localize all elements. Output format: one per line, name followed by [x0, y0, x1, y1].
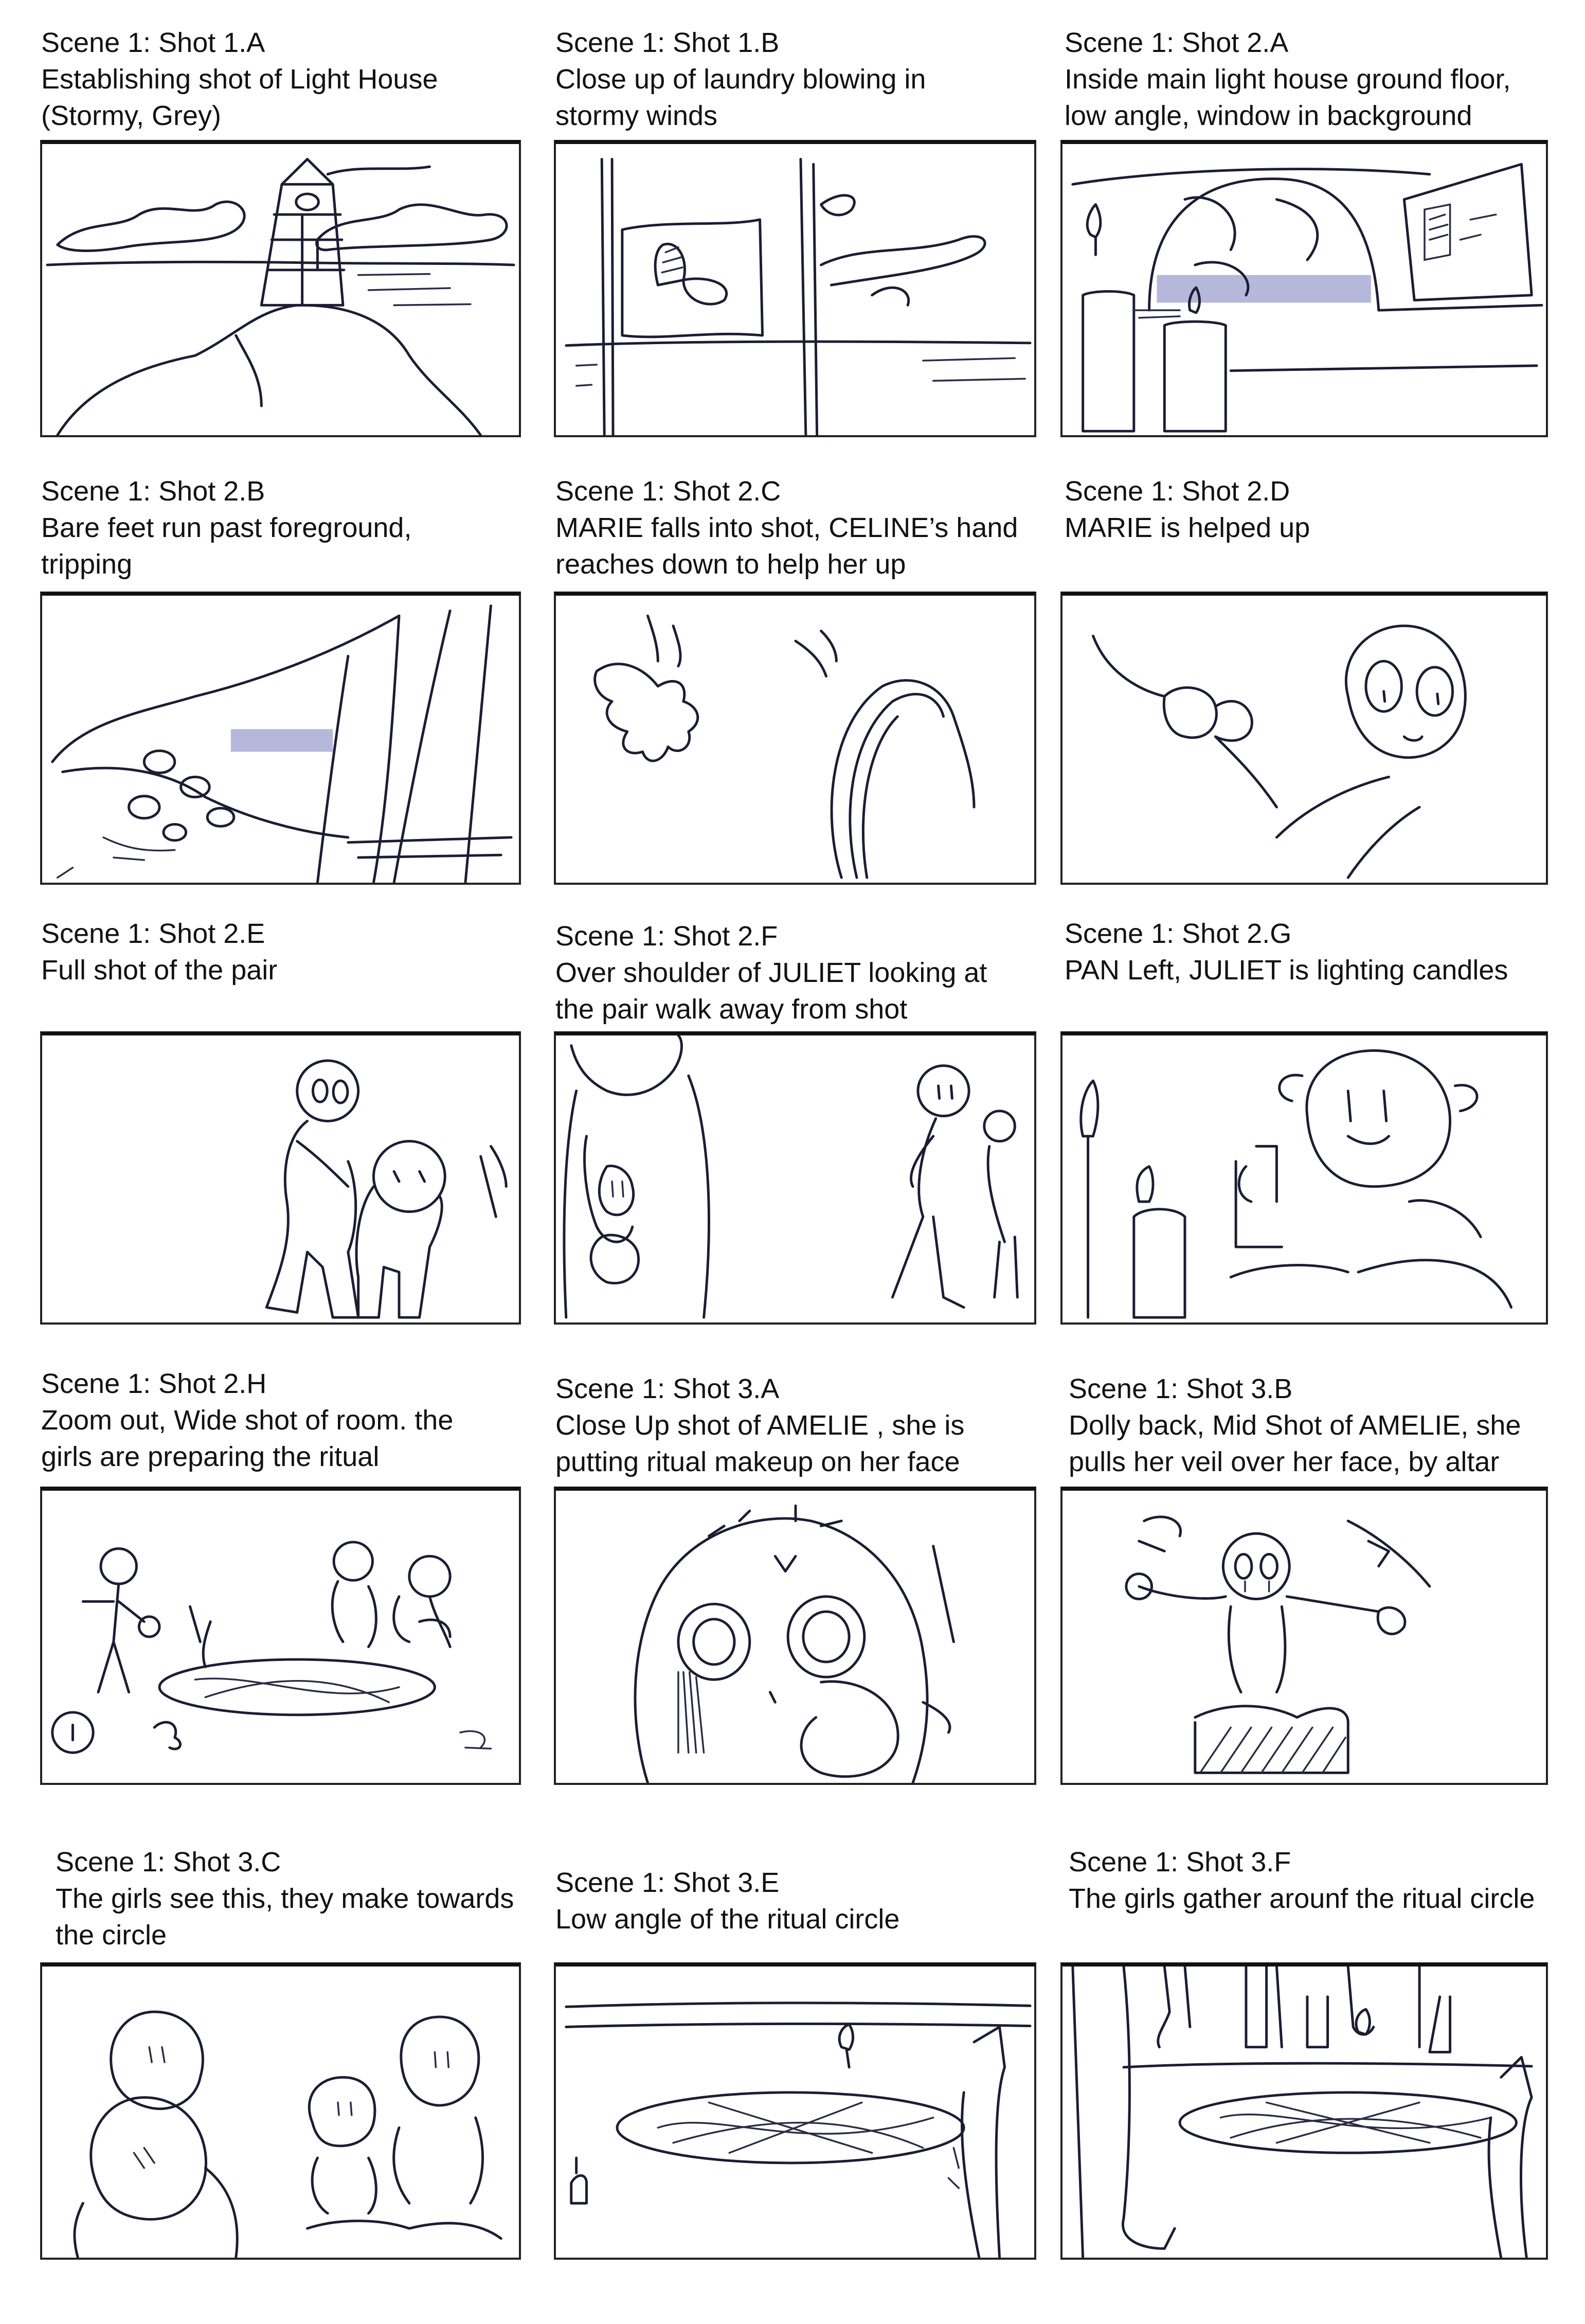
panel-1: Scene 1: Shot 1.A Establishing shot of L… [41, 25, 530, 134]
altar-sketch [1125, 1515, 1431, 1774]
running-feet-sketch [51, 604, 513, 883]
panel-title: Scene 1: Shot 1.A [41, 27, 265, 58]
ritual-circle-sketch [565, 2001, 1032, 2258]
panel-9-frame [1060, 1031, 1548, 1325]
panel-title: Scene 1: Shot 3.C [56, 1847, 281, 1878]
panel-11-frame [554, 1487, 1036, 1785]
panel-5: Scene 1: Shot 2.C MARIE falls into shot,… [555, 473, 1044, 583]
panel-title: Scene 1: Shot 3.E [555, 1867, 780, 1898]
panel-6-frame [1060, 592, 1548, 885]
panel-5-frame [554, 592, 1036, 885]
panel-description: Bare feet run past foreground, tripping [41, 512, 412, 580]
panel-title: Scene 1: Shot 2.B [41, 476, 265, 507]
panel-11: Scene 1: Shot 3.A Close Up shot of AMELI… [555, 1371, 1044, 1480]
panel-title: Scene 1: Shot 2.F [555, 921, 778, 952]
panel-6: Scene 1: Shot 2.D MARIE is helped up [1065, 473, 1579, 546]
panel-description: Establishing shot of Light House (Stormy… [41, 64, 438, 131]
panel-1-frame [40, 140, 521, 437]
panel-description: Zoom out, Wide shot of room. the girls a… [41, 1405, 454, 1472]
panel-14-frame [554, 1962, 1036, 2260]
panel-7-frame [40, 1031, 521, 1325]
panel-title: Scene 1: Shot 3.F [1069, 1847, 1291, 1878]
helped-up-sketch [1092, 624, 1467, 879]
panel-title: Scene 1: Shot 2.D [1065, 476, 1290, 507]
panel-title: Scene 1: Shot 3.A [555, 1373, 780, 1404]
girls-heads-sketch [73, 2010, 502, 2258]
amelie-closeup-sketch [634, 1504, 955, 1783]
over-shoulder-sketch [563, 1035, 1019, 1319]
panel-description: The girls see this, they make towards th… [56, 1883, 514, 1951]
lighting-candles-sketch [1079, 1049, 1513, 1319]
panel-12: Scene 1: Shot 3.B Dolly back, Mid Shot o… [1069, 1371, 1583, 1480]
panel-title: Scene 1: Shot 2.C [555, 476, 781, 507]
panel-description: MARIE is helped up [1065, 512, 1310, 543]
panel-9: Scene 1: Shot 2.G PAN Left, JULIET is li… [1065, 916, 1579, 989]
panel-description: Close Up shot of AMELIE , she is putting… [555, 1410, 965, 1477]
panel-13-frame [40, 1962, 521, 2260]
panel-13: Scene 1: Shot 3.C The girls see this, th… [56, 1844, 549, 1954]
panel-title: Scene 1: Shot 2.G [1065, 918, 1292, 949]
panel-10: Scene 1: Shot 2.H Zoom out, Wide shot of… [41, 1366, 530, 1475]
panel-14: Scene 1: Shot 3.E Low angle of the ritua… [555, 1865, 1044, 1938]
panel-15: Scene 1: Shot 3.F The girls gather aroun… [1069, 1844, 1583, 1917]
storyboard-page: { "panels": [ {"title": "Scene 1: Shot 1… [0, 0, 1585, 2324]
lighthouse-sketch [46, 157, 515, 435]
panel-description: Inside main light house ground floor, lo… [1065, 64, 1511, 131]
panel-3: Scene 1: Shot 2.A Inside main light hous… [1065, 25, 1579, 134]
helping-hand-sketch [593, 614, 976, 879]
laundry-sketch [565, 157, 1032, 435]
gather-circle-sketch [1071, 1967, 1533, 2258]
panel-description: Over shoulder of JULIET looking at the p… [555, 957, 987, 1025]
panel-4-frame [40, 592, 521, 885]
panel-title: Scene 1: Shot 2.H [41, 1368, 267, 1399]
panel-7: Scene 1: Shot 2.E Full shot of the pair [41, 916, 530, 989]
panel-title: Scene 1: Shot 3.B [1069, 1373, 1293, 1404]
panel-description: Close up of laundry blowing in stormy wi… [555, 64, 926, 131]
panel-title: Scene 1: Shot 2.A [1065, 27, 1289, 58]
panel-8: Scene 1: Shot 2.F Over shoulder of JULIE… [555, 918, 1044, 1028]
panel-2: Scene 1: Shot 1.B Close up of laundry bl… [555, 25, 1044, 134]
panel-description: Dolly back, Mid Shot of AMELIE, she pull… [1069, 1410, 1521, 1477]
panel-8-frame [554, 1031, 1036, 1325]
panel-description: MARIE falls into shot, CELINE’s hand rea… [555, 512, 1018, 580]
panel-description: PAN Left, JULIET is lighting candles [1065, 955, 1508, 986]
panel-3-frame [1060, 140, 1548, 437]
panel-2-frame [554, 140, 1036, 437]
wide-room-sketch [51, 1541, 492, 1754]
panel-title: Scene 1: Shot 2.E [41, 918, 265, 949]
panel-description: Full shot of the pair [41, 955, 278, 986]
panel-4: Scene 1: Shot 2.B Bare feet run past for… [41, 473, 530, 583]
panel-description: The girls gather arounf the ritual circl… [1069, 1883, 1535, 1914]
window-candles-sketch [1071, 163, 1543, 433]
panel-title: Scene 1: Shot 1.B [555, 27, 780, 58]
panel-15-frame [1060, 1962, 1548, 2260]
pair-sketch [265, 1059, 508, 1319]
panel-10-frame [40, 1487, 521, 1785]
panel-description: Low angle of the ritual circle [555, 1904, 900, 1935]
panel-12-frame [1060, 1487, 1548, 1785]
